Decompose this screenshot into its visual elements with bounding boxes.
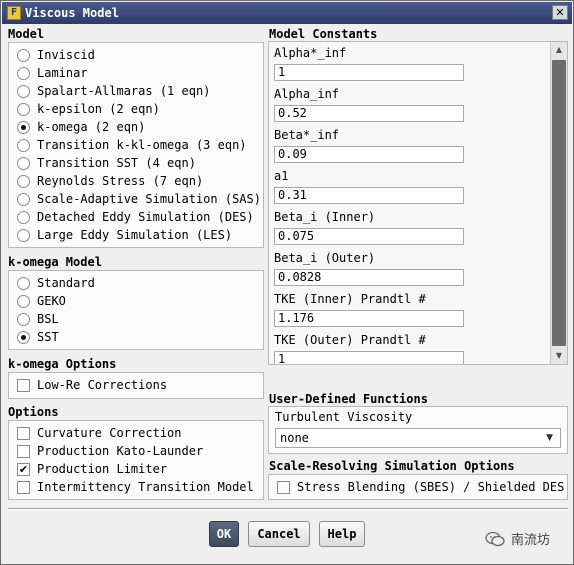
model-option-les[interactable]: Large Eddy Simulation (LES) — [17, 226, 232, 244]
viscous-model-dialog: F Viscous Model ✕ Model Inviscid Laminar… — [0, 0, 574, 565]
param-input-a1[interactable]: 0.31 — [274, 187, 464, 204]
scrollbar-thumb[interactable] — [552, 60, 566, 346]
param-label-alpha-inf: Alpha_inf — [274, 87, 340, 101]
param-input-beta-star-inf[interactable]: 0.09 — [274, 146, 464, 163]
radio-icon[interactable] — [17, 192, 30, 206]
komega-option-geko[interactable]: GEKO — [17, 292, 66, 310]
radio-icon[interactable] — [17, 312, 30, 326]
checkbox-icon[interactable] — [17, 444, 30, 458]
komega-option-sst[interactable]: SST — [17, 328, 59, 346]
radio-icon[interactable] — [17, 228, 30, 242]
radio-icon[interactable] — [17, 102, 30, 116]
close-icon[interactable]: ✕ — [552, 5, 568, 20]
curvature-correction-checkbox[interactable]: Curvature Correction — [17, 424, 182, 442]
model-option-des[interactable]: Detached Eddy Simulation (DES) — [17, 208, 254, 226]
model-option-inviscid[interactable]: Inviscid — [17, 46, 95, 64]
param-label-tke-outer-prandtl: TKE (Outer) Prandtl # — [274, 333, 426, 347]
model-constants-section-title: Model Constants — [269, 27, 378, 41]
param-input-tke-outer-prandtl[interactable]: 1 — [274, 351, 464, 364]
window-title: Viscous Model — [25, 6, 119, 20]
radio-icon[interactable] — [17, 156, 30, 170]
model-option-k-epsilon[interactable]: k-epsilon (2 eqn) — [17, 100, 160, 118]
radio-icon[interactable] — [17, 48, 30, 62]
production-kato-launder-checkbox[interactable]: Production Kato-Launder — [17, 442, 203, 460]
help-button[interactable]: Help — [319, 521, 365, 547]
komega-options-section-title: k-omega Options — [8, 357, 117, 371]
param-input-beta-i-outer[interactable]: 0.0828 — [274, 269, 464, 286]
model-section-title: Model — [8, 27, 45, 41]
model-option-laminar[interactable]: Laminar — [17, 64, 88, 82]
radio-icon[interactable] — [17, 84, 30, 98]
param-input-alpha-inf[interactable]: 0.52 — [274, 105, 464, 122]
komega-model-section-title: k-omega Model — [8, 255, 102, 269]
sro-section-title: Scale-Resolving Simulation Options — [269, 459, 515, 473]
komega-option-bsl[interactable]: BSL — [17, 310, 59, 328]
scroll-up-icon[interactable]: ▲ — [551, 42, 567, 58]
stress-blending-checkbox[interactable]: Stress Blending (SBES) / Shielded DES — [277, 478, 564, 496]
chevron-down-icon[interactable]: ▼ — [546, 429, 553, 447]
radio-icon[interactable] — [17, 66, 30, 80]
param-input-beta-i-inner[interactable]: 0.075 — [274, 228, 464, 245]
title-bar[interactable]: F Viscous Model ✕ — [2, 2, 572, 24]
param-input-tke-inner-prandtl[interactable]: 1.176 — [274, 310, 464, 327]
radio-icon[interactable] — [17, 174, 30, 188]
komega-option-standard[interactable]: Standard — [17, 274, 95, 292]
model-option-transition-sst[interactable]: Transition SST (4 eqn) — [17, 154, 196, 172]
separator — [8, 508, 568, 510]
model-option-k-omega[interactable]: k-omega (2 eqn) — [17, 118, 145, 136]
model-constants-panel: Alpha*_inf 1 Alpha_inf 0.52 Beta*_inf 0.… — [268, 41, 568, 365]
model-option-sas[interactable]: Scale-Adaptive Simulation (SAS) — [17, 190, 261, 208]
turbulent-viscosity-label: Turbulent Viscosity — [275, 410, 413, 424]
param-label-alpha-star-inf: Alpha*_inf — [274, 46, 347, 60]
radio-icon[interactable] — [17, 276, 30, 290]
watermark: 南流坊 — [485, 529, 550, 548]
low-re-corrections-checkbox[interactable]: Low-Re Corrections — [17, 376, 167, 394]
param-label-beta-i-inner: Beta_i (Inner) — [274, 210, 376, 224]
watermark-text: 南流坊 — [511, 533, 551, 548]
param-label-beta-star-inf: Beta*_inf — [274, 128, 340, 142]
udf-section-title: User-Defined Functions — [269, 392, 428, 406]
radio-icon[interactable] — [17, 138, 30, 152]
turbulent-viscosity-dropdown[interactable]: none ▼ — [275, 428, 561, 448]
komega-options-group: Low-Re Corrections — [8, 372, 264, 399]
param-label-beta-i-outer: Beta_i (Outer) — [274, 251, 376, 265]
intermittency-transition-model-checkbox[interactable]: Intermittency Transition Model — [17, 478, 254, 496]
param-label-tke-inner-prandtl: TKE (Inner) Prandtl # — [274, 292, 426, 306]
model-group: Inviscid Laminar Spalart-Allmaras (1 eqn… — [8, 42, 264, 248]
param-label-a1: a1 — [274, 169, 289, 183]
checkbox-icon[interactable] — [17, 426, 30, 440]
radio-icon[interactable] — [17, 210, 30, 224]
sro-group: Stress Blending (SBES) / Shielded DES — [268, 474, 568, 500]
radio-icon[interactable] — [17, 294, 30, 308]
checkbox-icon[interactable] — [277, 480, 290, 494]
komega-model-group: Standard GEKO BSL SST — [8, 270, 264, 350]
dropdown-value: none — [280, 431, 309, 445]
model-option-spalart-allmaras[interactable]: Spalart-Allmaras (1 eqn) — [17, 82, 210, 100]
ok-button[interactable]: OK — [209, 521, 239, 547]
radio-selected-icon[interactable] — [17, 120, 30, 134]
options-section-title: Options — [8, 405, 59, 419]
scroll-down-icon[interactable]: ▼ — [551, 348, 567, 364]
wechat-icon — [485, 531, 505, 547]
model-option-reynolds-stress[interactable]: Reynolds Stress (7 eqn) — [17, 172, 203, 190]
constants-scrollbar[interactable]: ▲ ▼ — [550, 42, 567, 364]
model-option-transition-k-kl-omega[interactable]: Transition k-kl-omega (3 eqn) — [17, 136, 247, 154]
radio-selected-icon[interactable] — [17, 330, 30, 344]
checkbox-icon[interactable] — [17, 378, 30, 392]
options-group: Curvature Correction Production Kato-Lau… — [8, 420, 264, 500]
checkmark-icon[interactable]: ✔ — [17, 462, 30, 476]
param-input-alpha-star-inf[interactable]: 1 — [274, 64, 464, 81]
production-limiter-checkbox[interactable]: ✔ Production Limiter — [17, 460, 167, 478]
fluent-app-icon: F — [7, 6, 21, 20]
cancel-button[interactable]: Cancel — [248, 521, 310, 547]
checkbox-icon[interactable] — [17, 480, 30, 494]
